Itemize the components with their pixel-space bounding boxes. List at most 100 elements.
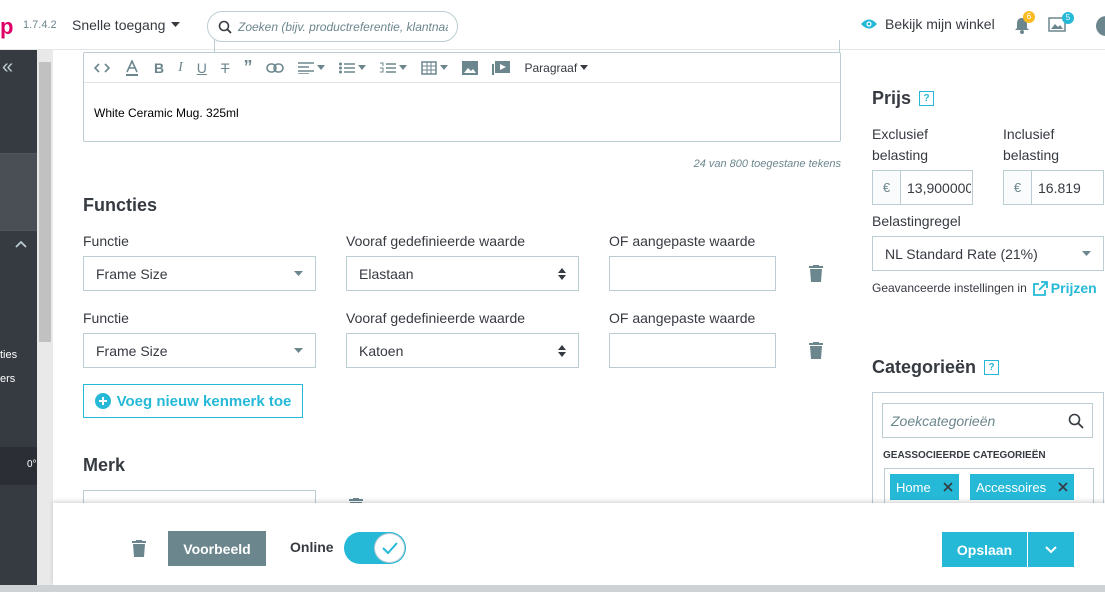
categories-title: Categorieën [872, 357, 977, 377]
custom-value-input[interactable] [609, 256, 776, 291]
price-excl-tax-input[interactable]: € 13,900000 [872, 170, 973, 205]
align-icon [298, 61, 315, 74]
font-color-icon[interactable] [124, 59, 140, 76]
online-label: Online [290, 539, 334, 555]
sidebar-item-label[interactable]: ties [0, 349, 17, 361]
bullet-list-dropdown[interactable] [339, 62, 367, 74]
notification-badge: 6 [1023, 11, 1035, 23]
table-icon [421, 60, 438, 75]
feature-label: Functie [83, 310, 129, 326]
link-icon[interactable] [266, 62, 285, 73]
feature-select[interactable]: Frame Size [83, 333, 316, 368]
code-view-icon[interactable] [94, 62, 110, 73]
editor-content[interactable]: White Ceramic Mug. 325ml [94, 106, 239, 120]
close-icon[interactable] [1058, 482, 1068, 492]
category-tag[interactable]: Accessoires [970, 474, 1075, 500]
numbered-list-icon [380, 62, 397, 73]
category-search-input[interactable]: Zoekcategorieën [882, 403, 1093, 438]
prices-link-label: Prijzen [1050, 280, 1097, 296]
sort-arrows-icon [558, 267, 566, 280]
category-search-placeholder: Zoekcategorieën [891, 412, 996, 429]
currency-symbol: € [1004, 171, 1032, 204]
predefined-value-select[interactable]: Katoen [346, 333, 579, 368]
add-feature-button[interactable]: Voeg nieuw kenmerk toe [83, 384, 303, 418]
quick-access-dropdown[interactable]: Snelle toegang [72, 17, 181, 33]
categories-section-title: Categorieën ? [872, 357, 1000, 378]
search-icon [1068, 413, 1084, 429]
help-icon[interactable]: ? [919, 91, 935, 106]
version-label: 1.7.4.2 [23, 19, 57, 31]
plus-circle-icon [94, 393, 111, 409]
toggle-knob[interactable] [374, 533, 405, 563]
excl-tax-label-line2: belasting [872, 147, 929, 163]
brand-title: Merk [83, 455, 126, 475]
predefined-value-label: Vooraf gedefinieerde waarde [346, 233, 526, 249]
trash-icon[interactable] [809, 342, 823, 359]
prices-link[interactable]: Prijzen [1032, 280, 1097, 296]
sidebar-collapse-area: « [0, 54, 37, 104]
sidebar-footer: 0° [0, 447, 37, 485]
price-title: Prijs [872, 88, 912, 108]
view-shop-link[interactable]: Bekijk mijn winkel [860, 16, 995, 32]
collapse-icon[interactable]: « [2, 56, 13, 79]
save-options-button[interactable] [1028, 532, 1074, 567]
help-icon[interactable]: ? [984, 360, 1000, 375]
underline-icon[interactable]: U [197, 60, 207, 76]
save-button[interactable]: Opslaan [942, 532, 1027, 567]
price-incl-tax-value: 16.819 [1038, 179, 1081, 196]
predefined-value-select-value: Elastaan [359, 265, 414, 282]
advanced-settings-text: Geavanceerde instellingen in [872, 281, 1027, 295]
video-insert-icon[interactable] [492, 60, 511, 75]
numbered-list-dropdown[interactable] [380, 62, 408, 74]
incl-tax-label-line1: Inclusief [1003, 126, 1055, 142]
messages-button[interactable]: 5 [1048, 12, 1074, 33]
strikethrough-icon[interactable]: T [221, 60, 230, 76]
search-input[interactable] [238, 19, 448, 34]
trash-icon[interactable] [132, 540, 146, 557]
sidebar-item-active[interactable] [0, 154, 37, 230]
price-incl-tax-input[interactable]: € 16.819 [1003, 170, 1104, 205]
custom-value-input[interactable] [609, 333, 776, 368]
predefined-value-select-value: Katoen [359, 342, 404, 359]
caret-down-icon [580, 65, 589, 70]
chevron-down-icon [1045, 545, 1057, 553]
scrollbar-thumb[interactable] [39, 62, 51, 342]
advanced-settings: Geavanceerde instellingen in Prijzen [872, 280, 1097, 296]
price-excl-tax-value: 13,900000 [907, 179, 971, 196]
sidebar-item-label[interactable]: ers [0, 373, 15, 385]
close-icon[interactable] [943, 482, 953, 492]
chevron-up-icon[interactable] [15, 240, 27, 248]
caret-down-icon [171, 22, 181, 27]
tax-rule-select[interactable]: NL Standard Rate (21%) [872, 236, 1104, 271]
check-icon [381, 542, 398, 554]
quote-icon[interactable]: ” [243, 57, 252, 78]
align-dropdown[interactable] [298, 61, 326, 74]
table-dropdown[interactable] [421, 60, 449, 75]
paragraph-format-dropdown[interactable]: Paragraaf [524, 60, 589, 75]
image-insert-icon[interactable] [462, 60, 479, 75]
italic-icon[interactable]: I [178, 60, 183, 76]
trash-icon[interactable] [809, 265, 823, 282]
predefined-value-label: Vooraf gedefinieerde waarde [346, 310, 526, 326]
sidebar: « ties ers 0° [0, 50, 37, 585]
window-bottom-edge [0, 585, 1105, 592]
notifications-button[interactable]: 6 [1013, 11, 1035, 35]
feature-select[interactable]: Frame Size [83, 256, 316, 291]
add-feature-label: Voeg nieuw kenmerk toe [116, 392, 292, 410]
sort-arrows-icon [558, 344, 566, 357]
price-section-title: Prijs ? [872, 88, 935, 109]
paragraph-format-label: Paragraaf [524, 60, 578, 75]
currency-symbol: € [873, 171, 901, 204]
editor-toolbar: B I U T ” Paragraaf [84, 53, 840, 83]
tax-rule-value: NL Standard Rate (21%) [885, 245, 1038, 262]
search-bar[interactable] [207, 11, 458, 42]
caret-down-icon [294, 271, 303, 276]
associated-categories-label: GEASSOCIEERDE CATEGORIEËN [883, 450, 1046, 461]
sidebar-footer-value: 0° [27, 459, 37, 470]
logo[interactable]: p [0, 14, 13, 40]
bold-icon[interactable]: B [154, 60, 164, 76]
bullet-list-icon [339, 62, 356, 73]
predefined-value-select[interactable]: Elastaan [346, 256, 579, 291]
preview-button[interactable]: Voorbeeld [168, 531, 266, 566]
category-tag[interactable]: Home [890, 474, 959, 500]
